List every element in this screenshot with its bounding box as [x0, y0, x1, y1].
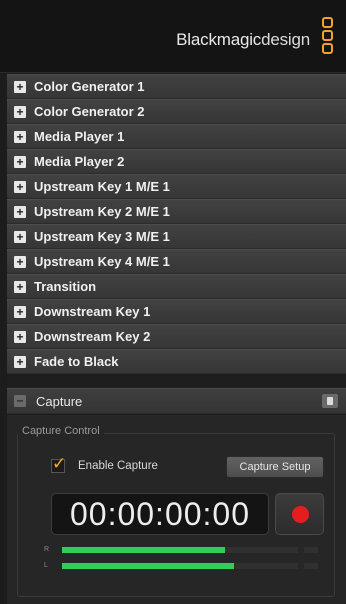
- section-row[interactable]: + Downstream Key 1: [7, 299, 346, 324]
- expand-icon[interactable]: +: [14, 80, 26, 93]
- expand-icon[interactable]: +: [14, 280, 26, 293]
- section-label: Fade to Black: [34, 354, 119, 369]
- audio-meter-l: [62, 563, 298, 569]
- audio-meter-r-level: [62, 547, 225, 553]
- enable-capture-checkbox[interactable]: [51, 454, 66, 474]
- section-row[interactable]: + Transition: [7, 274, 346, 299]
- expand-icon[interactable]: +: [14, 105, 26, 118]
- section-row[interactable]: + Upstream Key 3 M/E 1: [7, 224, 346, 249]
- section-row[interactable]: + Media Player 1: [7, 124, 346, 149]
- audio-meter-r: [62, 547, 298, 553]
- section-label: Downstream Key 2: [34, 329, 151, 344]
- expand-icon[interactable]: +: [14, 205, 26, 218]
- section-label: Upstream Key 1 M/E 1: [34, 179, 170, 194]
- section-label: Color Generator 2: [34, 104, 145, 119]
- capture-panel: Capture Control Enable Capture Capture S…: [7, 415, 346, 604]
- section-label: Media Player 1: [34, 129, 125, 144]
- section-row[interactable]: + Downstream Key 2: [7, 324, 346, 349]
- lock-icon[interactable]: [322, 394, 338, 408]
- expand-icon[interactable]: +: [14, 180, 26, 193]
- section-spacer: [7, 376, 346, 388]
- section-row[interactable]: + Fade to Black: [7, 349, 346, 374]
- expand-icon[interactable]: +: [14, 230, 26, 243]
- section-row[interactable]: + Media Player 2: [7, 149, 346, 174]
- audio-meter-l-peak: [304, 563, 318, 569]
- meter-label-r: R: [44, 546, 50, 553]
- expand-icon[interactable]: +: [14, 330, 26, 343]
- blackmagic-logo-icon: [322, 17, 334, 59]
- expand-icon[interactable]: +: [14, 305, 26, 318]
- section-label: Upstream Key 4 M/E 1: [34, 254, 170, 269]
- section-label: Downstream Key 1: [34, 304, 151, 319]
- section-row[interactable]: + Upstream Key 4 M/E 1: [7, 249, 346, 274]
- capture-section-title: Capture: [36, 393, 83, 409]
- expand-icon[interactable]: +: [14, 355, 26, 368]
- brand-text-light: design: [261, 30, 310, 49]
- capture-setup-button[interactable]: Capture Setup: [226, 456, 324, 478]
- expand-icon[interactable]: +: [14, 155, 26, 168]
- audio-meter-l-level: [62, 563, 235, 569]
- section-label: Color Generator 1: [34, 79, 145, 94]
- capture-section-header[interactable]: – Capture: [7, 388, 346, 414]
- brand-wordmark: Blackmagicdesign: [176, 30, 310, 50]
- section-label: Transition: [34, 279, 97, 294]
- collapse-icon[interactable]: –: [14, 394, 26, 407]
- section-label: Upstream Key 2 M/E 1: [34, 204, 170, 219]
- section-list: + Color Generator 1 + Color Generator 2 + Med…: [7, 74, 346, 374]
- brand-text-bold: Blackmagic: [176, 30, 262, 49]
- meter-label-l: L: [44, 562, 48, 569]
- section-row[interactable]: + Upstream Key 1 M/E 1: [7, 174, 346, 199]
- record-button[interactable]: [275, 493, 324, 535]
- section-row[interactable]: + Upstream Key 2 M/E 1: [7, 199, 346, 224]
- section-label: Media Player 2: [34, 154, 125, 169]
- header-bar: Blackmagicdesign: [0, 0, 346, 73]
- expand-icon[interactable]: +: [14, 255, 26, 268]
- enable-capture-label: Enable Capture: [78, 460, 158, 472]
- timecode-display: 00:00:00:00: [51, 493, 269, 535]
- expand-icon[interactable]: +: [14, 130, 26, 143]
- capture-control-title: Capture Control: [18, 425, 104, 437]
- section-row[interactable]: + Color Generator 2: [7, 99, 346, 124]
- audio-meter-r-peak: [304, 547, 318, 553]
- section-label: Upstream Key 3 M/E 1: [34, 229, 170, 244]
- section-row[interactable]: + Color Generator 1: [7, 74, 346, 99]
